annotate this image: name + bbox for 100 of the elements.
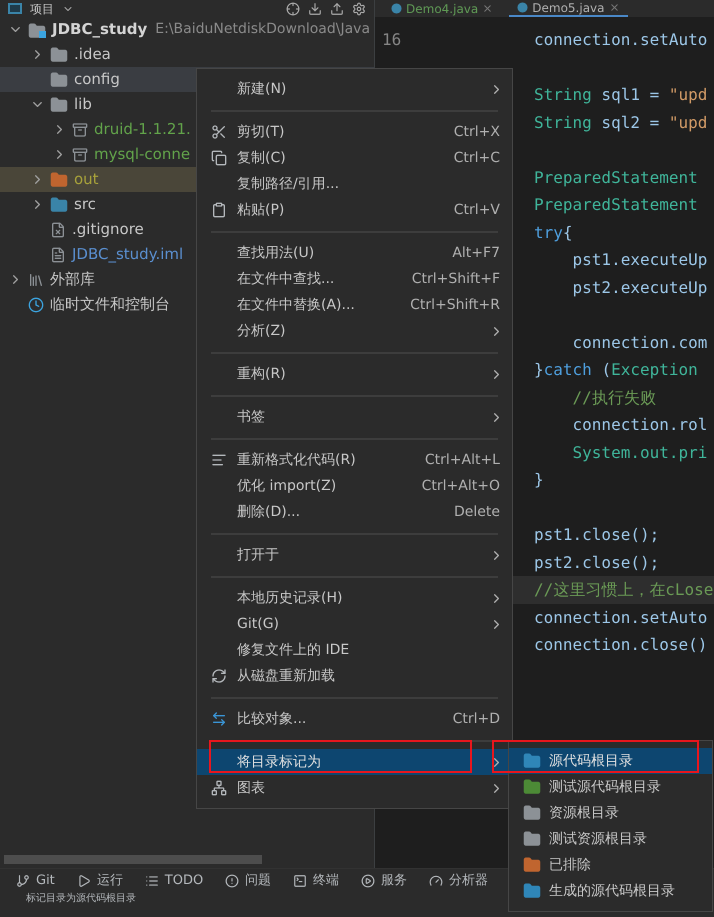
menu-shortcut: Ctrl+C [454,148,500,168]
menu-shortcut: Ctrl+Alt+O [422,476,500,496]
menu-item[interactable]: 资源根目录 [509,800,712,826]
tool-window-button[interactable]: TODO [144,871,204,891]
close-icon[interactable] [608,2,620,13]
folder-icon [50,96,68,114]
folder-icon [523,804,541,822]
tree-label: .idea [74,44,111,66]
menu-item[interactable]: 分析(Z) [197,318,512,344]
menu-label: 复制路径/引用... [237,174,340,194]
menu-item[interactable]: 重新格式化代码(R) Ctrl+Alt+L [197,447,512,473]
tree-row[interactable]: JDBC_study E:\BaiduNetdiskDownload\Java [0,17,374,42]
target-icon[interactable] [286,2,300,16]
menu-shortcut: Ctrl+V [454,200,500,220]
folder-icon [523,778,541,796]
menu-label: 图表 [237,778,265,798]
tree-label: out [74,169,99,190]
tool-window-button[interactable]: 终端 [293,871,340,891]
tree-label: mysql-conne [94,144,190,166]
code-line: pst1.close(); [534,524,660,546]
tool-window-button[interactable]: 问题 [225,871,272,891]
folder-icon [523,856,541,874]
tree-path: E:\BaiduNetdiskDownload\Java [155,20,370,39]
tree-label: JDBC_study.iml [72,244,184,266]
code-line: PreparedStatement [534,166,698,188]
tree-label: druid-1.1.21. [94,119,191,140]
menu-item[interactable]: Git(G) [197,611,512,637]
menu-item[interactable]: 比较对象... Ctrl+D [197,706,512,732]
menu-label: 在文件中查找... [237,270,334,288]
menu-label: 从磁盘重新加载 [237,666,335,686]
code-line: pst2.close(); [534,552,660,574]
menu-item[interactable]: 优化 import(Z) Ctrl+Alt+O [197,473,512,499]
tree-label: config [74,69,120,90]
menu-item[interactable]: 在文件中替换(A)... Ctrl+Shift+R [197,292,512,318]
menu-shortcut: Ctrl+Shift+R [410,296,500,314]
menu-item[interactable]: 重构(R) [197,361,512,387]
menu-shortcut: Ctrl+Alt+L [424,450,500,470]
refresh-icon [211,668,227,684]
code-line: System.out.pri [572,442,708,464]
tree-label: JDBC_study [52,19,148,40]
menu-label: 分析(Z) [237,322,286,340]
panel-title[interactable]: 项目 [30,2,54,16]
module-folder-icon [28,22,46,38]
menu-item[interactable]: 打开于 [197,542,512,568]
code-line: } [534,469,544,491]
code-line: try{ [534,222,573,244]
menu-label: 删除(D)... [237,502,300,522]
menu-item[interactable]: 源代码根目录 [509,748,712,774]
menu-label: 测试资源根目录 [549,830,647,848]
menu-item[interactable]: 本地历史记录(H) [197,585,512,611]
menu-item[interactable]: 书签 [197,404,512,430]
menu-item[interactable]: 查找用法(U) Alt+F7 [197,240,512,266]
tree-label: 外部库 [50,269,95,290]
menu-item[interactable]: 生成的源代码根目录 [509,878,712,904]
menu-label: 打开于 [237,546,279,564]
tree-row[interactable]: .idea [0,42,374,67]
tool-window-button[interactable]: Git [16,871,55,891]
align-left-icon [211,452,227,468]
menu-item[interactable]: 删除(D)... Delete [197,499,512,525]
tree-label: src [74,194,96,216]
folder-icon [50,196,68,214]
folder-icon [523,752,541,770]
menu-label: 重新格式化代码(R) [237,450,356,470]
code-line: connection.rol [572,414,708,436]
tree-label: .gitignore [72,219,144,240]
panel-icon [8,3,22,14]
menu-item[interactable]: 从磁盘重新加载 [197,663,512,689]
menu-label: 已排除 [549,856,591,874]
code-line: connection.close() [534,634,708,656]
tab-label: Demo4.java [406,2,478,16]
editor-tab[interactable]: Demo4.java [383,0,502,17]
play-icon [76,874,91,888]
editor-tab[interactable]: Demo5.java [509,0,628,17]
arrows-icon [211,711,227,727]
tool-window-button[interactable]: 服务 [361,871,408,891]
library-icon [28,272,44,288]
menu-item[interactable]: 剪切(T) Ctrl+X [197,119,512,145]
code-line: pst1.executeUp [572,249,708,271]
code-line: String sql1 = "upd [534,84,708,106]
menu-item[interactable]: 修复文件上的 IDE [197,637,512,663]
scissors-icon [211,124,227,140]
folder-icon [523,830,541,848]
archive-icon [72,122,88,138]
menu-item[interactable]: 测试源代码根目录 [509,774,712,800]
close-icon[interactable] [482,3,494,14]
folder-icon [50,170,68,188]
tool-window-button[interactable]: 分析器 [429,871,488,891]
menu-item[interactable]: 图表 [197,775,512,801]
clipboard-icon [211,202,227,218]
menu-label: 资源根目录 [549,804,619,822]
settings-icon[interactable] [352,2,366,16]
scrollbar[interactable] [4,855,262,864]
folder-icon [50,46,68,64]
tool-window-button[interactable]: 运行 [76,871,123,891]
menu-item[interactable]: 测试资源根目录 [509,826,712,852]
folder-icon [50,70,68,88]
menu-item[interactable]: 已排除 [509,852,712,878]
menu-item[interactable]: 在文件中查找... Ctrl+Shift+F [197,266,512,292]
code-line: String sql2 = "upd [534,112,708,134]
tree-label: lib [74,94,92,116]
